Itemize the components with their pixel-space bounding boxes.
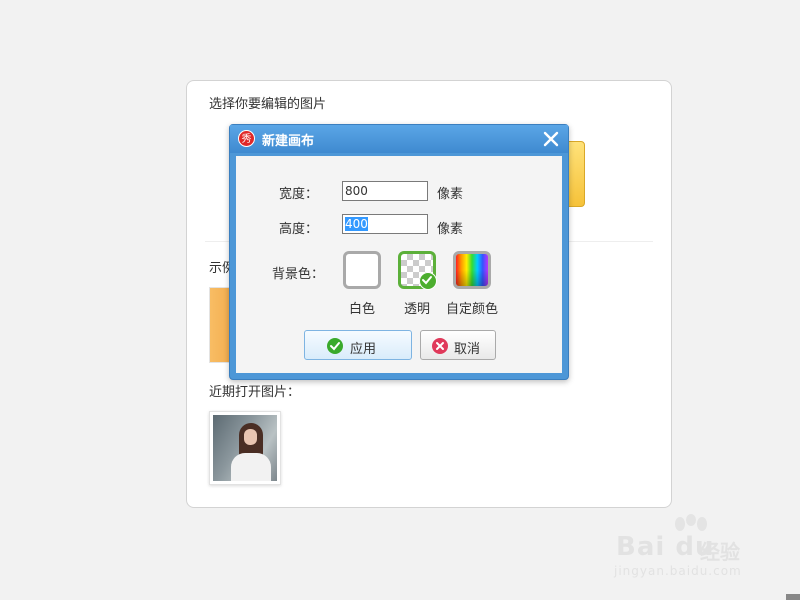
dialog-body: 宽度： 800 像素 高度： 400 像素 背景色： 白色 透明 自定颜色 应用… [236, 156, 562, 373]
watermark-url: jingyan.baidu.com [614, 564, 742, 578]
recent-image-thumbnail[interactable] [209, 411, 281, 485]
dialog-title: 新建画布 [262, 134, 315, 149]
width-input[interactable]: 800 [342, 181, 428, 201]
cancel-label: 取消 [454, 342, 481, 357]
apply-label: 应用 [350, 342, 377, 357]
panel-title: 选择你要编辑的图片 [209, 97, 327, 112]
close-icon [543, 131, 559, 147]
check-icon [327, 338, 343, 354]
dialog-titlebar[interactable]: 秀 新建画布 [230, 125, 568, 153]
close-button[interactable] [540, 128, 562, 150]
app-logo-icon: 秀 [238, 130, 255, 147]
rainbow-swatch[interactable] [453, 251, 491, 289]
height-label: 高度： [278, 222, 318, 237]
height-value: 400 [345, 217, 368, 231]
width-unit: 像素 [437, 187, 464, 202]
scrollbar-corner[interactable] [786, 594, 800, 600]
background-color-label: 背景色： [271, 267, 324, 282]
width-label: 宽度： [278, 187, 318, 202]
recent-photo [213, 415, 277, 481]
apply-button[interactable]: 应用 [304, 330, 412, 360]
baidu-jingyan-watermark: Bai du 经验 jingyan.baidu.com [612, 514, 762, 584]
selected-check-icon [419, 272, 437, 290]
transparent-swatch[interactable] [398, 251, 437, 290]
cancel-button[interactable]: 取消 [420, 330, 496, 360]
watermark-suffix: 经验 [700, 540, 740, 564]
width-value: 800 [345, 184, 368, 198]
white-swatch[interactable] [343, 251, 381, 289]
cancel-x-icon [432, 338, 448, 354]
custom-color-option-label: 自定颜色 [445, 302, 498, 317]
new-canvas-dialog: 秀 新建画布 宽度： 800 像素 高度： 400 像素 背景色： 白色 透明 … [229, 124, 569, 380]
height-unit: 像素 [437, 222, 464, 237]
height-input[interactable]: 400 [342, 214, 428, 234]
recent-label: 近期打开图片： [209, 385, 301, 400]
